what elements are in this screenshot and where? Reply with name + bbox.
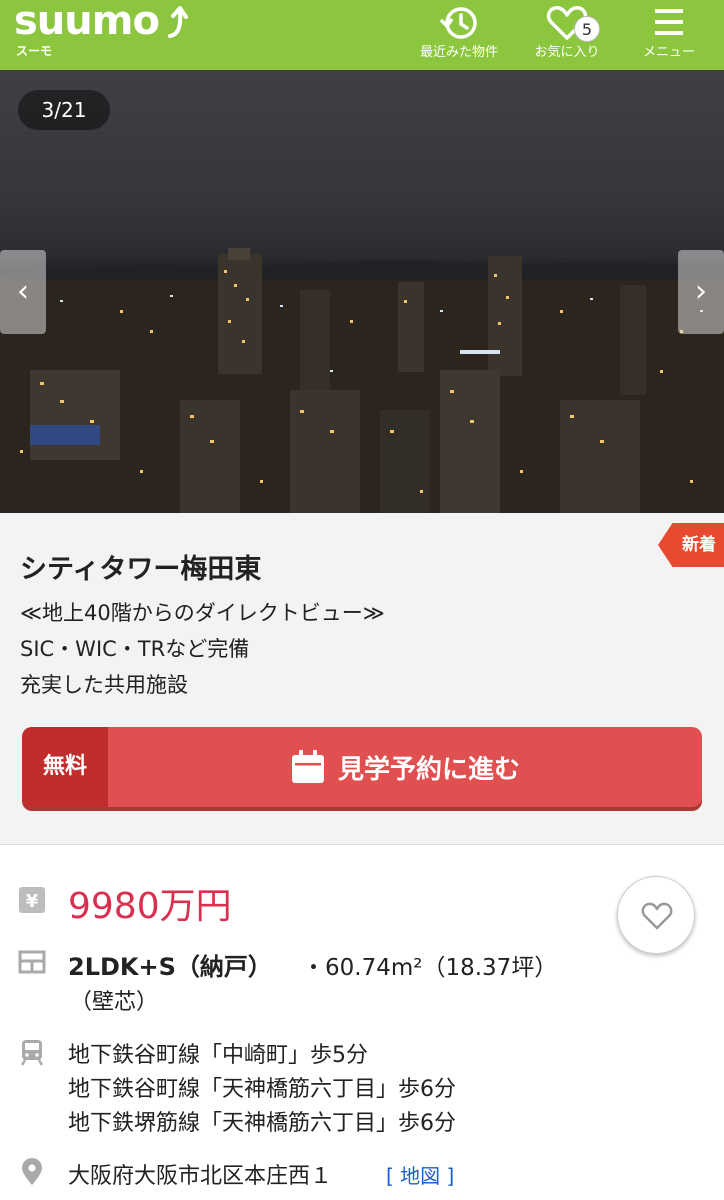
svg-text:¥: ¥ [26,891,39,912]
floorplan-icon [18,950,46,974]
favorites-label: お気に入り [534,45,600,60]
property-photo[interactable]: 3/21 ‹ › [0,70,724,513]
menu-icon [655,9,683,35]
photo-next-button[interactable]: › [678,250,724,334]
floor-area: ・60.74m²（18.37坪） [302,955,558,981]
photo-counter: 3/21 [18,90,110,130]
property-title: シティタワー梅田東 [20,554,262,585]
menu-nav[interactable]: メニュー [614,0,724,70]
property-address: 大阪府大阪市北区本庄西１ [68,1164,333,1189]
app-header: suumo スーモ 最近みた物件 5 お気に入り メニュー [0,0,724,70]
suumo-logo[interactable]: suumo スーモ [14,0,194,62]
calendar-icon [291,750,324,783]
map-link[interactable]: [ 地図 ] [386,1160,454,1189]
floor-area-note: （壁芯） [70,990,159,1015]
station-access: 地下鉄谷町線「天神橋筋六丁目」歩6分 [68,1077,456,1102]
logo-arrow-icon [168,6,188,38]
tour-reservation-button[interactable]: 無料 見学予約に進む [22,727,702,807]
free-label: 無料 [22,727,108,807]
logo-subtitle: スーモ [16,44,53,58]
station-access: 地下鉄堺筋線「天神橋筋六丁目」歩6分 [68,1111,456,1136]
catch-copy-line: SIC・WIC・TRなど完備 [20,637,250,661]
yen-icon: ¥ [19,887,45,913]
chevron-right-icon: › [695,274,707,309]
property-summary: 新着 シティタワー梅田東 ≪地上40階からのダイレクトビュー≫ SIC・WIC・… [0,513,724,845]
catch-copy-line: 充実した共用施設 [20,673,188,697]
history-icon [439,7,477,39]
city-night-skyline-image [0,248,724,513]
floor-plan-type: 2LDK+S（納戸） [68,953,272,981]
menu-label: メニュー [642,45,695,60]
recent-viewed-nav[interactable]: 最近みた物件 [404,0,514,70]
chevron-left-icon: ‹ [17,274,29,309]
catch-copy-line: ≪地上40階からのダイレクトビュー≫ [20,601,385,625]
train-icon [20,1040,44,1066]
reservation-button-label: 見学予約に進む [337,754,520,785]
reservation-button-content: 見学予約に進む [108,727,702,807]
map-pin-icon [22,1158,42,1185]
favorites-nav[interactable]: 5 お気に入り [512,0,622,70]
recent-viewed-label: 最近みた物件 [419,45,498,60]
logo-wordmark: suumo [14,0,160,44]
add-favorite-button[interactable] [617,876,695,954]
price: 9980万円 [68,886,232,927]
photo-prev-button[interactable]: ‹ [0,250,46,334]
new-badge: 新着 [658,523,724,567]
station-access: 地下鉄谷町線「中崎町」歩5分 [68,1043,368,1068]
favorites-count-badge: 5 [574,16,600,42]
heart-outline-icon [641,902,673,930]
